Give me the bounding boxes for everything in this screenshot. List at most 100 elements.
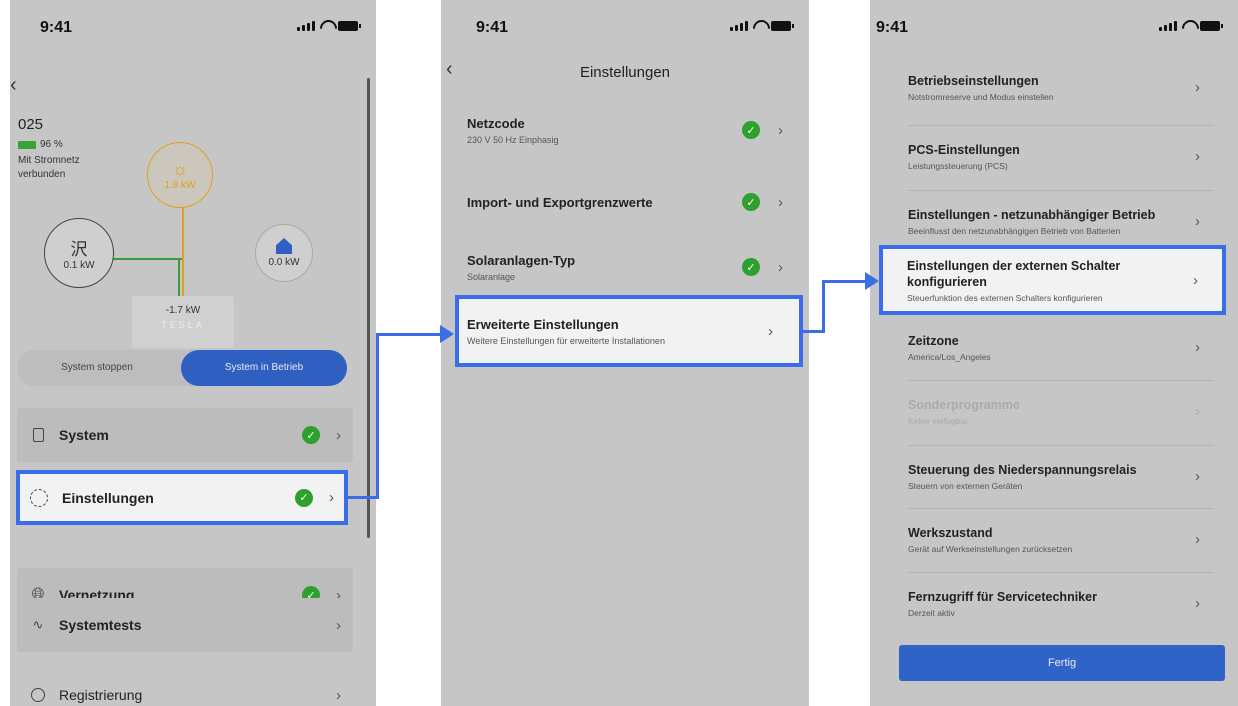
divider — [908, 380, 1214, 381]
settings-item-netzcode[interactable]: Netzcode 230 V 50 Hz Einphasig ✓ › — [441, 98, 809, 162]
grid-power: 0.1 kW — [63, 260, 95, 271]
settings-item-title: Fernzugriff für Servicetechniker — [908, 589, 1097, 604]
page-title: Einstellungen — [579, 64, 671, 81]
settings-item-text: Einstellungen der externen Schalter konf… — [907, 258, 1193, 303]
settings-item-subtitle: Derzeit aktiv — [908, 607, 955, 618]
settings-item-title: Einstellungen der externen Schalter konf… — [907, 258, 1121, 289]
system-toggle[interactable]: System stoppen System in Betrieb — [17, 350, 347, 386]
solar-panel-icon: ☼ — [171, 159, 189, 179]
settings-item-sonderprogramme: Sonderprogramme Keine verfügbar › — [870, 390, 1238, 432]
back-icon[interactable]: ‹ — [10, 74, 17, 97]
tesla-logo: TESLA — [161, 320, 205, 330]
settings-item-fernzugriff[interactable]: Fernzugriff für Servicetechniker Derzeit … — [870, 582, 1238, 624]
settings-item-title: Import- und Exportgrenzwerte — [467, 194, 653, 210]
menu-item-einstellungen[interactable]: Einstellungen ✓ › — [16, 470, 348, 525]
settings-item-betrieb[interactable]: Betriebseinstellungen Notstromreserve und… — [870, 66, 1238, 108]
status-time: 9:41 — [876, 19, 909, 36]
chevron-right-icon: › — [778, 193, 783, 211]
settings-item-subtitle: Notstromreserve und Modus einstellen — [908, 91, 1054, 102]
settings-item-externe-schalter[interactable]: Einstellungen der externen Schalter konf… — [879, 245, 1226, 315]
battery-power: -1.7 kW — [165, 305, 201, 316]
status-icons — [1159, 20, 1223, 31]
status-icons — [730, 20, 794, 31]
pulse-icon: ∿ — [32, 617, 44, 632]
settings-item-title: Netzcode — [467, 115, 525, 131]
settings-item-niederspannungsrelais[interactable]: Steuerung des Niederspannungsrelais Steue… — [870, 455, 1238, 497]
settings-item-text: Sonderprogramme Keine verfügbar — [908, 397, 1195, 426]
advanced-settings-screen: 9:41 Betriebseinstellungen Notstromreserv… — [870, 0, 1238, 706]
grid-status: Mit Stromnetz verbunden — [18, 155, 80, 180]
chevron-right-icon: › — [1195, 78, 1200, 96]
settings-item-title: PCS-Einstellungen — [908, 142, 1020, 157]
status-bar: 9:41 — [441, 0, 809, 52]
arrow-connector — [822, 280, 868, 283]
settings-item-pcs[interactable]: PCS-Einstellungen Leistungssteuerung (PCS… — [870, 135, 1238, 177]
chevron-right-icon: › — [1195, 530, 1200, 548]
battery-icon — [338, 21, 361, 31]
done-button[interactable]: Fertig — [899, 645, 1225, 681]
settings-item-subtitle: 230 V 50 Hz Einphasig — [467, 134, 559, 145]
check-icon: ✓ — [742, 258, 760, 276]
settings-item-text: Import- und Exportgrenzwerte — [467, 195, 742, 210]
chevron-right-icon: › — [778, 258, 783, 276]
menu-item-registrierung[interactable]: Registrierung › — [17, 668, 353, 706]
battery-flow-line — [178, 258, 180, 296]
check-icon: ✓ — [742, 121, 760, 139]
settings-item-text: Zeitzone America/Los_Angeles — [908, 333, 1195, 362]
system-icon — [29, 426, 47, 444]
solar-node: ☼ 1.8 kW — [147, 142, 213, 208]
divider — [908, 125, 1214, 126]
settings-item-title: Steuerung des Niederspannungsrelais — [908, 462, 1137, 477]
settings-item-netzunabhaengig[interactable]: Einstellungen - netzunabhängiger Betrieb… — [870, 200, 1238, 242]
chevron-right-icon: › — [1195, 402, 1200, 420]
arrow-head-icon — [865, 272, 879, 290]
battery-icon — [771, 21, 794, 31]
chevron-right-icon: › — [336, 686, 341, 704]
settings-item-subtitle: Gerät auf Werkseinstellungen zurücksetze… — [908, 543, 1073, 554]
signal-icon — [730, 21, 748, 31]
settings-item-text: PCS-Einstellungen Leistungssteuerung (PCS… — [908, 142, 1195, 171]
home-node: 0.0 kW — [255, 224, 313, 282]
settings-item-text: Solaranlagen-Typ Solaranlage — [467, 253, 742, 282]
divider — [908, 508, 1214, 509]
system-stop-option[interactable]: System stoppen — [17, 350, 177, 386]
menu-item-systemtests[interactable]: ∿ Systemtests › — [17, 598, 353, 652]
chevron-right-icon: › — [778, 121, 783, 139]
chevron-right-icon: › — [336, 426, 341, 444]
settings-item-title: Solaranlagen-Typ — [467, 252, 576, 268]
scrollbar[interactable] — [367, 78, 370, 538]
site-id: 025 — [18, 116, 44, 133]
check-icon: ✓ — [295, 488, 313, 507]
divider — [908, 572, 1214, 573]
menu-item-system[interactable]: System ✓ › — [17, 408, 353, 462]
settings-item-text: Steuerung des Niederspannungsrelais Steue… — [908, 462, 1195, 491]
check-icon: ✓ — [742, 193, 760, 211]
user-icon — [29, 686, 47, 704]
solar-flow-line — [182, 200, 184, 296]
settings-item-text: Erweiterte Einstellungen Weitere Einstel… — [467, 317, 768, 346]
wifi-icon — [1182, 20, 1195, 31]
menu-item-label: Systemtests — [59, 617, 142, 633]
system-running-option[interactable]: System in Betrieb — [181, 350, 347, 386]
check-icon: ✓ — [302, 426, 320, 444]
settings-item-grenzwerte[interactable]: Import- und Exportgrenzwerte ✓ › — [441, 170, 809, 234]
settings-item-werkszustand[interactable]: Werkszustand Gerät auf Werkseinstellungen… — [870, 518, 1238, 560]
settings-item-solaranlagen-typ[interactable]: Solaranlagen-Typ Solaranlage ✓ › — [441, 235, 809, 299]
chevron-right-icon: › — [1195, 594, 1200, 612]
settings-item-erweitert[interactable]: Erweiterte Einstellungen Weitere Einstel… — [455, 295, 803, 367]
status-icons — [297, 20, 361, 31]
battery-icon — [1200, 21, 1223, 31]
settings-item-text: Betriebseinstellungen Notstromreserve und… — [908, 73, 1195, 102]
home-screen: 9:41 ‹ 025 96 % Mit Stromnetz verbunden … — [10, 0, 376, 706]
settings-item-subtitle: Steuerfunktion des externen Schalters ko… — [907, 292, 1103, 303]
settings-item-subtitle: Beeinflusst den netzunabhängigen Betrieb… — [908, 225, 1121, 236]
settings-item-subtitle: America/Los_Angeles — [908, 351, 991, 362]
settings-item-zeitzone[interactable]: Zeitzone America/Los_Angeles › — [870, 323, 1238, 371]
battery-level: 96 % — [18, 139, 63, 150]
wifi-icon — [320, 20, 333, 31]
grid-node: 沢 0.1 kW — [44, 218, 114, 288]
gear-icon — [30, 488, 48, 507]
home-power: 0.0 kW — [268, 257, 300, 268]
settings-item-subtitle: Weitere Einstellungen für erweiterte Ins… — [467, 335, 665, 346]
arrow-head-icon — [440, 325, 454, 343]
